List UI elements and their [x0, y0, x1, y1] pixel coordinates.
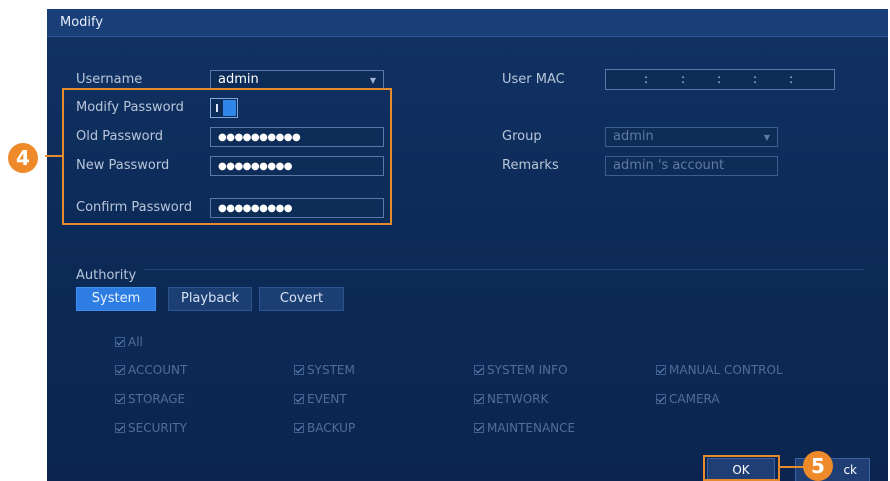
username-label: Username — [76, 72, 143, 87]
permission-camera[interactable]: CAMERA — [656, 391, 720, 407]
modify-dialog: Modify Username admin ▼ Modify Password … — [47, 9, 888, 481]
permission-security[interactable]: SECURITY — [115, 420, 187, 436]
mac-separator: : — [789, 72, 794, 86]
permission-label: EVENT — [307, 392, 347, 406]
permission-label: ACCOUNT — [128, 363, 188, 377]
authority-divider — [144, 269, 864, 270]
tab-playback[interactable]: Playback — [168, 287, 252, 311]
checkbox-icon — [115, 423, 125, 433]
permission-label: NETWORK — [487, 392, 549, 406]
dialog-title: Modify — [47, 9, 888, 37]
permission-label: SYSTEM INFO — [487, 363, 568, 377]
mac-separator: : — [753, 72, 758, 86]
checkbox-icon — [474, 365, 484, 375]
ok-highlight-box — [703, 455, 780, 481]
group-select[interactable]: admin ▼ — [605, 127, 778, 147]
permission-label: SYSTEM — [307, 363, 355, 377]
checkbox-icon — [656, 365, 666, 375]
tab-system[interactable]: System — [76, 287, 156, 311]
permission-account[interactable]: ACCOUNT — [115, 362, 187, 378]
step-5-badge: 5 — [803, 451, 833, 481]
group-value: admin — [613, 129, 654, 144]
permission-label: All — [128, 335, 143, 349]
user-mac-input[interactable]: : : : : : — [605, 69, 835, 90]
step-4-badge: 4 — [8, 143, 38, 173]
permission-all[interactable]: All — [115, 334, 143, 350]
permission-label: BACKUP — [307, 421, 356, 435]
permission-event[interactable]: EVENT — [294, 391, 347, 407]
tab-covert[interactable]: Covert — [259, 287, 344, 311]
checkbox-icon — [115, 394, 125, 404]
permission-backup[interactable]: BACKUP — [294, 420, 355, 436]
permission-manual-control[interactable]: MANUAL CONTROL — [656, 362, 783, 378]
checkbox-icon — [294, 365, 304, 375]
callout-connector — [45, 155, 63, 157]
permission-label: MANUAL CONTROL — [669, 363, 783, 377]
permission-maintenance[interactable]: MAINTENANCE — [474, 420, 575, 436]
permission-storage[interactable]: STORAGE — [115, 391, 185, 407]
permission-label: CAMERA — [669, 392, 720, 406]
authority-label: Authority — [76, 268, 137, 283]
permission-system[interactable]: SYSTEM — [294, 362, 355, 378]
user-mac-label: User MAC — [502, 72, 565, 87]
permission-label: STORAGE — [128, 392, 186, 406]
checkbox-icon — [115, 337, 125, 347]
callout-highlight-box — [62, 88, 392, 225]
username-value: admin — [218, 72, 259, 87]
callout-connector — [779, 466, 804, 468]
remarks-input[interactable]: admin 's account — [605, 156, 778, 176]
checkbox-icon — [474, 394, 484, 404]
permission-system-info[interactable]: SYSTEM INFO — [474, 362, 568, 378]
mac-separator: : — [644, 72, 649, 86]
permission-network[interactable]: NETWORK — [474, 391, 548, 407]
permission-label: MAINTENANCE — [487, 421, 576, 435]
group-label: Group — [502, 129, 542, 144]
checkbox-icon — [656, 394, 666, 404]
checkbox-icon — [474, 423, 484, 433]
mac-separator: : — [681, 72, 686, 86]
checkbox-icon — [294, 394, 304, 404]
mac-separator: : — [717, 72, 722, 86]
username-select[interactable]: admin ▼ — [210, 70, 384, 90]
checkbox-icon — [294, 423, 304, 433]
permission-label: SECURITY — [128, 421, 187, 435]
checkbox-icon — [115, 365, 125, 375]
remarks-label: Remarks — [502, 158, 559, 173]
chevron-down-icon: ▼ — [763, 133, 770, 142]
remarks-value: admin 's account — [613, 158, 725, 173]
